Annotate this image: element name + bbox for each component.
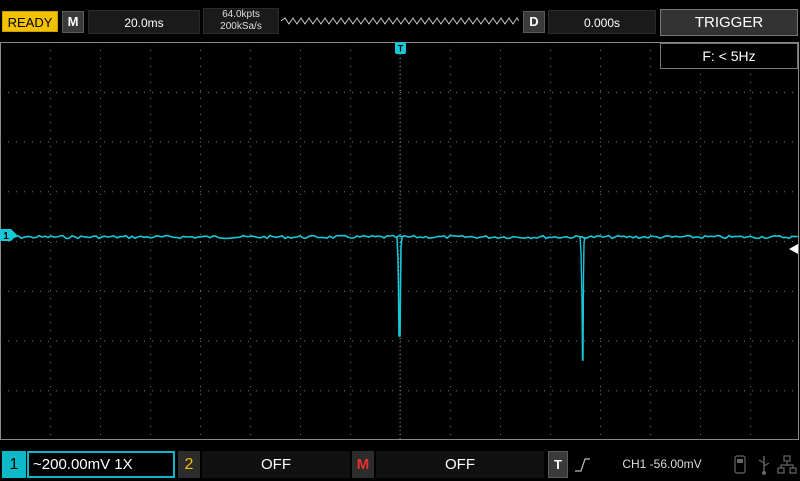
trigger-button[interactable]: TRIGGER [660,9,798,36]
trigger-menu-button[interactable]: T [548,451,568,478]
trigger-position-marker[interactable]: T [395,42,406,54]
channel1-offset-marker[interactable]: 1 [0,229,17,242]
acquisition-status-badge: READY [2,11,58,32]
math-button[interactable]: M [352,451,374,478]
rising-edge-icon [572,455,592,475]
delay-button[interactable]: D [523,11,545,33]
waveform-display[interactable]: T 1 [0,38,800,440]
channel1-trace [0,234,799,240]
svg-text:1: 1 [3,231,9,242]
channel1-setting[interactable]: ~200.00mV 1X [27,451,175,478]
usb-icon [730,453,750,476]
svg-text:T: T [398,44,404,54]
main-timebase-button[interactable]: M [62,11,84,33]
waveform-grid: T 1 [0,42,799,440]
channel2-setting[interactable]: OFF [202,451,350,478]
frequency-readout: F: < 5Hz [660,43,798,69]
trigger-level-readout[interactable]: CH1 -56.00mV [600,451,724,478]
math-setting[interactable]: OFF [376,451,544,478]
memory-info: 64.0kpts 200kSa/s [203,8,279,34]
waveform-memory-icon [280,17,520,25]
usb-device-icon [755,453,773,476]
timebase-readout[interactable]: 20.0ms [88,10,200,34]
channel1-button[interactable]: 1 [2,451,26,478]
channel2-button[interactable]: 2 [178,451,200,478]
memory-depth: 64.0kpts [222,9,260,20]
delay-readout[interactable]: 0.000s [548,10,656,34]
trigger-level-arrow[interactable] [789,244,798,254]
network-icon [777,453,797,476]
sample-rate: 200kSa/s [220,21,262,32]
waveform-position-indicator [280,10,520,32]
